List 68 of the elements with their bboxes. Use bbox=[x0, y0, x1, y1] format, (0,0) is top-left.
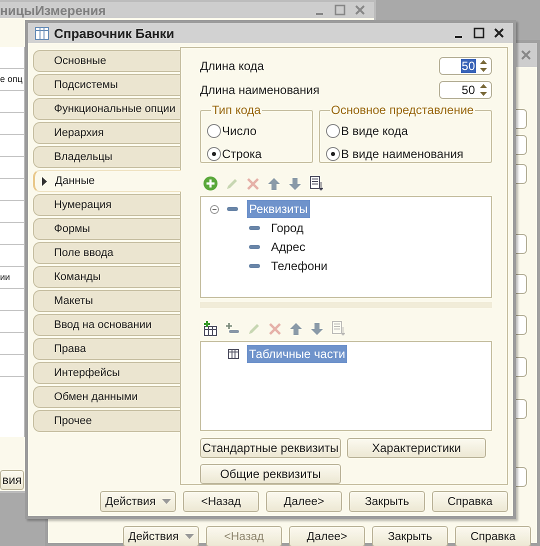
footer-button[interactable]: Далее> bbox=[266, 491, 342, 512]
list-icon[interactable] bbox=[309, 176, 323, 192]
number-field[interactable]: 50 bbox=[439, 81, 492, 100]
radio-button[interactable]: В виде кода bbox=[326, 119, 491, 142]
radio-button[interactable]: В виде наименования bbox=[326, 142, 491, 166]
radio-button[interactable]: Число bbox=[207, 119, 312, 142]
tab[interactable]: Подсистемы bbox=[33, 74, 180, 96]
collapse-icon[interactable] bbox=[210, 204, 219, 214]
pointer-icon bbox=[42, 177, 47, 186]
up-arrow-icon[interactable] bbox=[289, 322, 303, 336]
tree-item[interactable]: Город bbox=[269, 219, 306, 238]
add-icon[interactable] bbox=[203, 176, 218, 192]
field-label: Длина наименования bbox=[200, 83, 320, 98]
tab[interactable]: Формы bbox=[33, 218, 180, 240]
up-arrow-icon[interactable] bbox=[267, 176, 281, 191]
footer-button[interactable]: Далее> bbox=[289, 526, 365, 546]
list-item[interactable]: ии bbox=[0, 272, 10, 282]
maximize-icon[interactable] bbox=[473, 27, 485, 39]
panel-button[interactable]: Характеристики bbox=[347, 438, 486, 458]
panel-button[interactable]: Стандартные реквизиты bbox=[200, 438, 341, 458]
caret-icon bbox=[162, 498, 171, 504]
radio-button[interactable]: Строка bbox=[207, 142, 312, 166]
tab[interactable]: Интерфейсы bbox=[33, 362, 180, 384]
tab[interactable]: Данные bbox=[33, 170, 181, 192]
tab[interactable]: Прочее bbox=[33, 410, 180, 432]
tab[interactable]: Функциональные опции bbox=[33, 98, 180, 120]
footer-button[interactable]: <Назад bbox=[183, 491, 259, 512]
add-row-icon[interactable] bbox=[225, 322, 240, 336]
tab[interactable]: Права bbox=[33, 338, 180, 360]
spin-icon[interactable] bbox=[479, 58, 488, 73]
tab[interactable]: Иерархия bbox=[33, 122, 180, 144]
down-arrow-icon[interactable] bbox=[288, 176, 302, 191]
panel-button[interactable]: Общие реквизиты bbox=[200, 464, 341, 484]
group-title: Тип кода bbox=[211, 103, 262, 118]
window-title: Справочник Банки bbox=[54, 26, 174, 40]
tab[interactable]: Ввод на основании bbox=[33, 314, 180, 336]
footer-button[interactable]: Действия bbox=[100, 491, 176, 512]
actions-button[interactable]: вия bbox=[0, 470, 24, 490]
tab[interactable]: Макеты bbox=[33, 290, 180, 312]
tab[interactable]: Поле ввода bbox=[33, 242, 180, 264]
window-title: ницыИзмерения bbox=[0, 2, 106, 18]
close-icon[interactable] bbox=[493, 27, 505, 39]
attribute-icon bbox=[227, 207, 238, 212]
table-icon bbox=[228, 349, 239, 360]
list-item[interactable]: е опц bbox=[0, 74, 23, 84]
add-table-icon[interactable] bbox=[203, 321, 218, 336]
tab[interactable]: Основные bbox=[33, 50, 180, 72]
tab[interactable]: Обмен данными bbox=[33, 386, 180, 408]
tab[interactable]: Нумерация bbox=[33, 194, 180, 216]
footer-button[interactable]: Закрыть bbox=[372, 526, 448, 546]
attribute-icon bbox=[249, 245, 260, 250]
footer-button[interactable]: Справка bbox=[432, 491, 508, 512]
field-label: Длина кода bbox=[200, 58, 264, 73]
attribute-icon bbox=[249, 264, 260, 268]
footer-button[interactable]: Закрыть bbox=[349, 491, 425, 512]
tree-item[interactable]: Телефони bbox=[269, 257, 330, 276]
tab[interactable]: Команды bbox=[33, 266, 180, 288]
caret-icon bbox=[184, 534, 194, 540]
group-title: Основное представление bbox=[330, 103, 475, 118]
footer-button[interactable]: Действия bbox=[123, 526, 199, 546]
down-arrow-icon[interactable] bbox=[310, 322, 324, 336]
number-field[interactable]: 50 bbox=[439, 56, 492, 75]
footer-button[interactable]: Справка bbox=[455, 526, 531, 546]
tree-item[interactable]: Адрес bbox=[269, 238, 308, 256]
spin-icon[interactable] bbox=[479, 83, 488, 98]
attribute-icon bbox=[249, 226, 260, 230]
tab[interactable]: Владельцы bbox=[33, 146, 180, 168]
catalog-icon bbox=[35, 26, 49, 40]
